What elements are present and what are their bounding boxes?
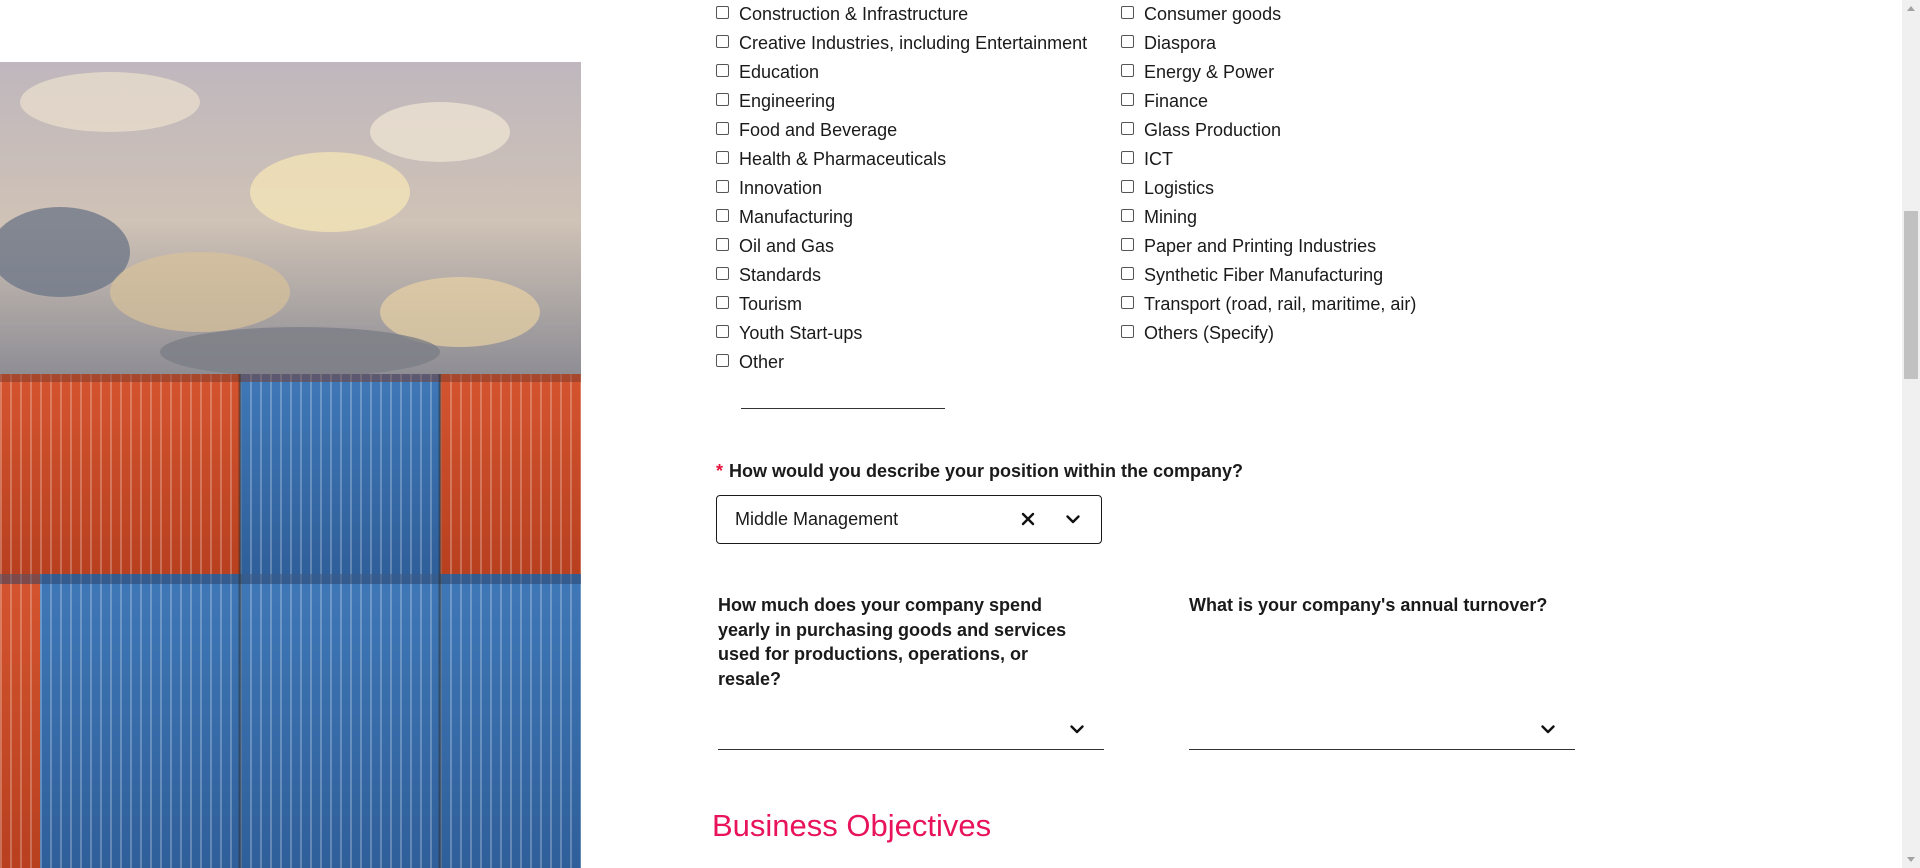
sector-checkbox-label: Youth Start-ups	[739, 323, 863, 343]
checkbox[interactable]	[716, 180, 729, 193]
checkbox[interactable]	[1121, 122, 1134, 135]
sector-checkbox-label: Paper and Printing Industries	[1144, 236, 1377, 256]
sector-checkbox-item[interactable]: Mining	[1121, 203, 1197, 232]
position-select[interactable]: Middle Management	[716, 495, 1102, 544]
checkbox[interactable]	[716, 354, 729, 367]
sector-checkbox-item[interactable]: Food and Beverage	[716, 116, 897, 145]
checkbox[interactable]	[716, 238, 729, 251]
sector-checkbox-item[interactable]: Other	[716, 348, 784, 377]
checkbox[interactable]	[716, 325, 729, 338]
sector-checkbox-item[interactable]: Creative Industries, including Entertain…	[716, 29, 1087, 58]
section-title-business-objectives: Business Objectives	[712, 808, 992, 843]
sector-checkbox-label: Health & Pharmaceuticals	[739, 149, 947, 169]
required-marker: *	[716, 461, 724, 481]
sector-checkbox-item[interactable]: Construction & Infrastructure	[716, 0, 968, 29]
sector-checkbox-label: Tourism	[739, 294, 803, 314]
checkbox[interactable]	[716, 267, 729, 280]
checkbox[interactable]	[716, 64, 729, 77]
sector-checkbox-label: Mining	[1144, 207, 1198, 227]
sector-checkbox-item[interactable]: Engineering	[716, 87, 835, 116]
checkbox[interactable]	[716, 93, 729, 106]
sector-checkbox-item[interactable]: Paper and Printing Industries	[1121, 232, 1376, 261]
other-specify-input[interactable]	[741, 408, 945, 409]
sector-checkbox-label: Education	[739, 62, 820, 82]
chevron-down-icon[interactable]	[1064, 510, 1082, 533]
sector-checkbox-item[interactable]: Logistics	[1121, 174, 1214, 203]
sector-checkbox-label: Engineering	[739, 91, 836, 111]
checkbox[interactable]	[1121, 64, 1134, 77]
spend-question-label: How much does your company spend yearly …	[718, 595, 1067, 689]
checkbox[interactable]	[1121, 296, 1134, 309]
sector-checkbox-item[interactable]: Standards	[716, 261, 821, 290]
sector-checkbox-label: Finance	[1144, 91, 1209, 111]
sector-checkbox-label: Food and Beverage	[739, 120, 898, 140]
sector-checkbox-label: Glass Production	[1144, 120, 1282, 140]
sector-checkbox-item[interactable]: Tourism	[716, 290, 802, 319]
sector-checkbox-label: Consumer goods	[1144, 4, 1282, 24]
sector-checkbox-item[interactable]: Consumer goods	[1121, 0, 1281, 29]
sector-checkbox-label: Construction & Infrastructure	[739, 4, 969, 24]
checkbox[interactable]	[716, 35, 729, 48]
position-select-value: Middle Management	[735, 509, 899, 529]
checkbox[interactable]	[1121, 6, 1134, 19]
checkbox[interactable]	[1121, 325, 1134, 338]
sector-checkbox-label: Oil and Gas	[739, 236, 835, 256]
sector-checkbox-item[interactable]: Health & Pharmaceuticals	[716, 145, 946, 174]
close-icon[interactable]	[1019, 510, 1037, 533]
turnover-question-label: What is your company's annual turnover?	[1189, 595, 1548, 615]
checkbox[interactable]	[1121, 93, 1134, 106]
sector-checkbox-item[interactable]: Innovation	[716, 174, 822, 203]
checkbox[interactable]	[716, 122, 729, 135]
sector-checkbox-label: Logistics	[1144, 178, 1215, 198]
sector-checkbox-item[interactable]: Energy & Power	[1121, 58, 1274, 87]
sector-checkbox-item[interactable]: Oil and Gas	[716, 232, 834, 261]
sector-checkbox-label: Synthetic Fiber Manufacturing	[1144, 265, 1384, 285]
hero-image-shipping-containers	[0, 62, 581, 868]
sector-checkbox-label: Others (Specify)	[1144, 323, 1275, 343]
sector-checkbox-label: Other	[739, 352, 785, 372]
checkbox[interactable]	[1121, 180, 1134, 193]
sector-checkbox-item[interactable]: Diaspora	[1121, 29, 1216, 58]
sector-checkbox-item[interactable]: Manufacturing	[716, 203, 853, 232]
sector-checkbox-item[interactable]: Youth Start-ups	[716, 319, 862, 348]
sector-checkbox-label: ICT	[1144, 149, 1173, 169]
sector-checkbox-item[interactable]: Transport (road, rail, maritime, air)	[1121, 290, 1416, 319]
checkbox[interactable]	[716, 151, 729, 164]
sector-checkbox-item[interactable]: Finance	[1121, 87, 1208, 116]
sector-checkbox-item[interactable]: Others (Specify)	[1121, 319, 1274, 348]
checkbox[interactable]	[1121, 151, 1134, 164]
sector-checkbox-label: Innovation	[739, 178, 823, 198]
checkbox[interactable]	[1121, 209, 1134, 222]
scroll-down-arrow-icon[interactable]	[1907, 857, 1915, 862]
sector-checkbox-item[interactable]: Education	[716, 58, 819, 87]
scroll-up-arrow-icon[interactable]	[1907, 6, 1915, 11]
sector-checkbox-label: Creative Industries, including Entertain…	[739, 33, 1088, 53]
sector-checkbox-label: Manufacturing	[739, 207, 854, 227]
page-scrollbar[interactable]	[1902, 0, 1920, 868]
chevron-down-icon[interactable]	[1539, 720, 1557, 743]
scrollbar-thumb[interactable]	[1904, 211, 1918, 379]
sector-checkbox-label: Energy & Power	[1144, 62, 1275, 82]
sector-checkbox-label: Standards	[739, 265, 822, 285]
turnover-select[interactable]	[1189, 712, 1575, 750]
chevron-down-icon[interactable]	[1068, 720, 1086, 743]
checkbox[interactable]	[1121, 238, 1134, 251]
sector-checkbox-label: Transport (road, rail, maritime, air)	[1144, 294, 1417, 314]
sector-checkbox-item[interactable]: Glass Production	[1121, 116, 1281, 145]
checkbox[interactable]	[716, 6, 729, 19]
position-question-label: * How would you describe your position wi…	[716, 459, 1243, 484]
checkbox[interactable]	[716, 209, 729, 222]
position-question-text: How would you describe your position wit…	[729, 461, 1244, 481]
sector-checkbox-item[interactable]: Synthetic Fiber Manufacturing	[1121, 261, 1383, 290]
spend-select[interactable]	[718, 712, 1104, 750]
checkbox[interactable]	[1121, 267, 1134, 280]
checkbox[interactable]	[1121, 35, 1134, 48]
sector-checkbox-item[interactable]: ICT	[1121, 145, 1173, 174]
checkbox[interactable]	[716, 296, 729, 309]
sector-checkbox-label: Diaspora	[1144, 33, 1217, 53]
